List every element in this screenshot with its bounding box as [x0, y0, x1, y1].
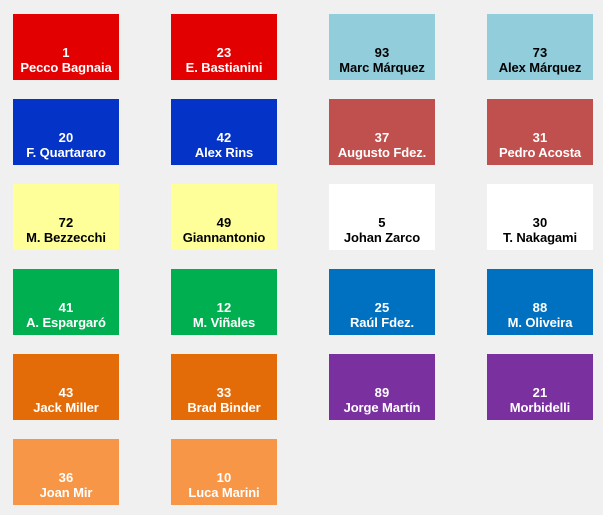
rider-number: 43 — [58, 384, 74, 400]
rider-tile[interactable]: 33 Brad Binder — [171, 354, 277, 420]
rider-number: 88 — [532, 299, 548, 315]
rider-number: 89 — [374, 384, 390, 400]
rider-tile-empty — [487, 439, 593, 505]
rider-number: 25 — [374, 299, 390, 315]
rider-name: Johan Zarco — [343, 230, 421, 246]
rider-name: A. Espargaró — [26, 315, 106, 331]
rider-tile[interactable]: 73 Alex Márquez — [487, 14, 593, 80]
rider-tile[interactable]: 20 F. Quartararo — [13, 99, 119, 165]
rider-name: F. Quartararo — [26, 145, 106, 161]
rider-tile[interactable]: 43 Jack Miller — [13, 354, 119, 420]
rider-tile[interactable]: 41 A. Espargaró — [13, 269, 119, 335]
rider-name: Pedro Acosta — [498, 145, 582, 161]
rider-tile-container: 1 Pecco Bagnaia 23 E. Bastianini 93 Marc Márq… — [13, 14, 593, 505]
rider-number: 31 — [532, 129, 548, 145]
rider-tile[interactable]: 23 E. Bastianini — [171, 14, 277, 80]
rider-grid: 1 Pecco Bagnaia 23 E. Bastianini 93 Marc Márq… — [0, 0, 608, 515]
rider-tile[interactable]: 36 Joan Mir — [13, 439, 119, 505]
rider-number: 72 — [58, 214, 74, 230]
rider-number: 42 — [216, 129, 232, 145]
rider-number: 37 — [374, 129, 390, 145]
rider-tile[interactable]: 10 Luca Marini — [171, 439, 277, 505]
rider-number: 5 — [378, 214, 386, 230]
rider-tile[interactable]: 72 M. Bezzecchi — [13, 184, 119, 250]
rider-number: 33 — [216, 384, 232, 400]
rider-name: Giannantonio — [182, 230, 266, 246]
rider-name: Jack Miller — [33, 400, 99, 416]
rider-name: M. Viñales — [192, 315, 256, 331]
rider-tile[interactable]: 88 M. Oliveira — [487, 269, 593, 335]
rider-name: Morbidelli — [509, 400, 571, 416]
rider-tile[interactable]: 1 Pecco Bagnaia — [13, 14, 119, 80]
rider-number: 49 — [216, 214, 232, 230]
rider-tile[interactable]: 12 M. Viñales — [171, 269, 277, 335]
rider-name: M. Bezzecchi — [26, 230, 106, 246]
rider-name: E. Bastianini — [185, 60, 263, 76]
rider-number: 30 — [532, 214, 548, 230]
rider-number: 36 — [58, 469, 74, 485]
rider-tile[interactable]: 5 Johan Zarco — [329, 184, 435, 250]
rider-name: Alex Rins — [194, 145, 254, 161]
rider-name: Luca Marini — [188, 485, 260, 501]
rider-name: Marc Márquez — [339, 60, 425, 76]
rider-tile[interactable]: 49 Giannantonio — [171, 184, 277, 250]
rider-number: 20 — [58, 129, 74, 145]
rider-number: 12 — [216, 299, 232, 315]
rider-name: T. Nakagami — [502, 230, 578, 246]
rider-name: Alex Márquez — [498, 60, 582, 76]
right-edge-strip — [603, 0, 608, 515]
rider-number: 73 — [532, 44, 548, 60]
rider-name: Jorge Martín — [343, 400, 421, 416]
rider-tile[interactable]: 25 Raúl Fdez. — [329, 269, 435, 335]
rider-name: Pecco Bagnaia — [20, 60, 112, 76]
rider-number: 41 — [58, 299, 74, 315]
rider-number: 10 — [216, 469, 232, 485]
rider-tile[interactable]: 89 Jorge Martín — [329, 354, 435, 420]
rider-name: Augusto Fdez. — [337, 145, 427, 161]
rider-name: Brad Binder — [187, 400, 261, 416]
rider-tile[interactable]: 30 T. Nakagami — [487, 184, 593, 250]
rider-tile[interactable]: 21 Morbidelli — [487, 354, 593, 420]
rider-tile[interactable]: 37 Augusto Fdez. — [329, 99, 435, 165]
rider-number: 1 — [62, 44, 70, 60]
rider-number: 23 — [216, 44, 232, 60]
rider-number: 21 — [532, 384, 548, 400]
rider-name: Joan Mir — [39, 485, 93, 501]
rider-number: 93 — [374, 44, 390, 60]
rider-name: Raúl Fdez. — [349, 315, 414, 331]
rider-tile[interactable]: 93 Marc Márquez — [329, 14, 435, 80]
rider-name: M. Oliveira — [507, 315, 573, 331]
rider-tile[interactable]: 31 Pedro Acosta — [487, 99, 593, 165]
rider-tile[interactable]: 42 Alex Rins — [171, 99, 277, 165]
rider-tile-empty — [329, 439, 435, 505]
